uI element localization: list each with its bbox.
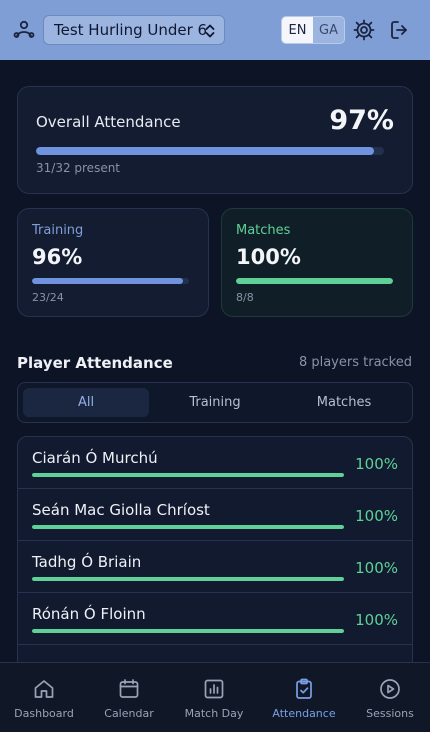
play-circle-icon <box>380 679 400 699</box>
matches-progress-fill <box>236 278 393 284</box>
player-name: Ciarán Ó Murchú <box>32 449 158 467</box>
nav-sessions-label: Sessions <box>366 707 414 720</box>
training-count: 23/24 <box>32 291 64 304</box>
overall-attendance-percent: 97% <box>329 105 394 136</box>
overall-attendance-label: Overall Attendance <box>36 113 181 131</box>
player-name: Seán Mac Giolla Chríost <box>32 501 210 519</box>
overall-attendance-card: Overall Attendance 97% 31/32 present <box>17 86 413 194</box>
nav-match-day-label: Match Day <box>184 707 244 720</box>
overall-progress-track <box>36 147 384 155</box>
team-icon[interactable] <box>12 18 36 42</box>
nav-attendance-label: Attendance <box>272 707 336 720</box>
nav-calendar-label: Calendar <box>104 707 154 720</box>
matches-label: Matches <box>236 223 291 238</box>
overall-progress-fill <box>36 147 374 155</box>
player-row[interactable]: Seán Mac Giolla Chríost 100% <box>18 489 412 541</box>
players-tracked-count: 8 players tracked <box>298 355 412 370</box>
nav-match-day[interactable]: Match Day <box>171 663 257 732</box>
lang-option-ga[interactable]: GA <box>313 17 344 43</box>
training-progress-track <box>32 278 189 284</box>
player-progress-fill <box>32 525 344 529</box>
player-progress-fill <box>32 629 344 633</box>
bar-chart-icon <box>204 679 224 699</box>
team-select-label: Test Hurling Under 6 <box>54 21 208 39</box>
language-toggle: EN GA <box>281 16 345 44</box>
matches-percent: 100% <box>236 245 301 269</box>
training-label: Training <box>32 223 84 238</box>
team-select[interactable]: Test Hurling Under 6 <box>43 15 225 45</box>
logout-icon[interactable] <box>388 18 412 42</box>
player-percent: 100% <box>355 455 398 473</box>
nav-calendar[interactable]: Calendar <box>86 663 172 732</box>
tab-training[interactable]: Training <box>152 388 278 417</box>
player-percent: 100% <box>355 611 398 629</box>
home-icon <box>34 680 54 698</box>
top-bar: Test Hurling Under 6 EN GA <box>0 0 430 60</box>
clipboard-check-icon <box>296 678 312 699</box>
player-percent: 100% <box>355 507 398 525</box>
overall-present-count: 31/32 present <box>36 161 121 175</box>
player-progress-fill <box>32 577 344 581</box>
player-row[interactable]: Rónán Ó Floinn 100% <box>18 593 412 645</box>
nav-attendance[interactable]: Attendance <box>261 663 347 732</box>
player-progress-track <box>32 629 344 633</box>
player-name: Tadhg Ó Briain <box>32 553 142 571</box>
player-attendance-list: Ciarán Ó Murchú 100% Seán Mac Giolla Chr… <box>17 436 413 676</box>
player-row[interactable]: Ciarán Ó Murchú 100% <box>18 437 412 489</box>
matches-count: 8/8 <box>236 291 254 304</box>
calendar-icon <box>119 679 139 698</box>
training-progress-fill <box>32 278 183 284</box>
nav-dashboard[interactable]: Dashboard <box>1 663 87 732</box>
bottom-nav: Dashboard Calendar Match Day Attendance … <box>0 662 430 732</box>
chevron-up-down-icon <box>205 24 215 38</box>
player-attendance-title: Player Attendance <box>17 354 173 372</box>
matches-attendance-card: Matches 100% 8/8 <box>221 208 413 317</box>
tab-all[interactable]: All <box>23 388 149 417</box>
player-progress-track <box>32 577 344 581</box>
player-percent: 100% <box>355 559 398 577</box>
player-name: Rónán Ó Floinn <box>32 605 146 623</box>
training-percent: 96% <box>32 245 83 269</box>
attendance-filter-tabs: All Training Matches <box>17 382 413 423</box>
lang-option-en[interactable]: EN <box>282 17 313 43</box>
player-progress-fill <box>32 473 344 477</box>
nav-sessions[interactable]: Sessions <box>347 663 430 732</box>
training-attendance-card: Training 96% 23/24 <box>17 208 209 317</box>
gear-icon[interactable] <box>352 18 376 42</box>
player-progress-track <box>32 473 344 477</box>
player-progress-track <box>32 525 344 529</box>
tab-matches[interactable]: Matches <box>281 388 407 417</box>
matches-progress-track <box>236 278 393 284</box>
player-row[interactable]: Tadhg Ó Briain 100% <box>18 541 412 593</box>
nav-dashboard-label: Dashboard <box>14 707 74 720</box>
